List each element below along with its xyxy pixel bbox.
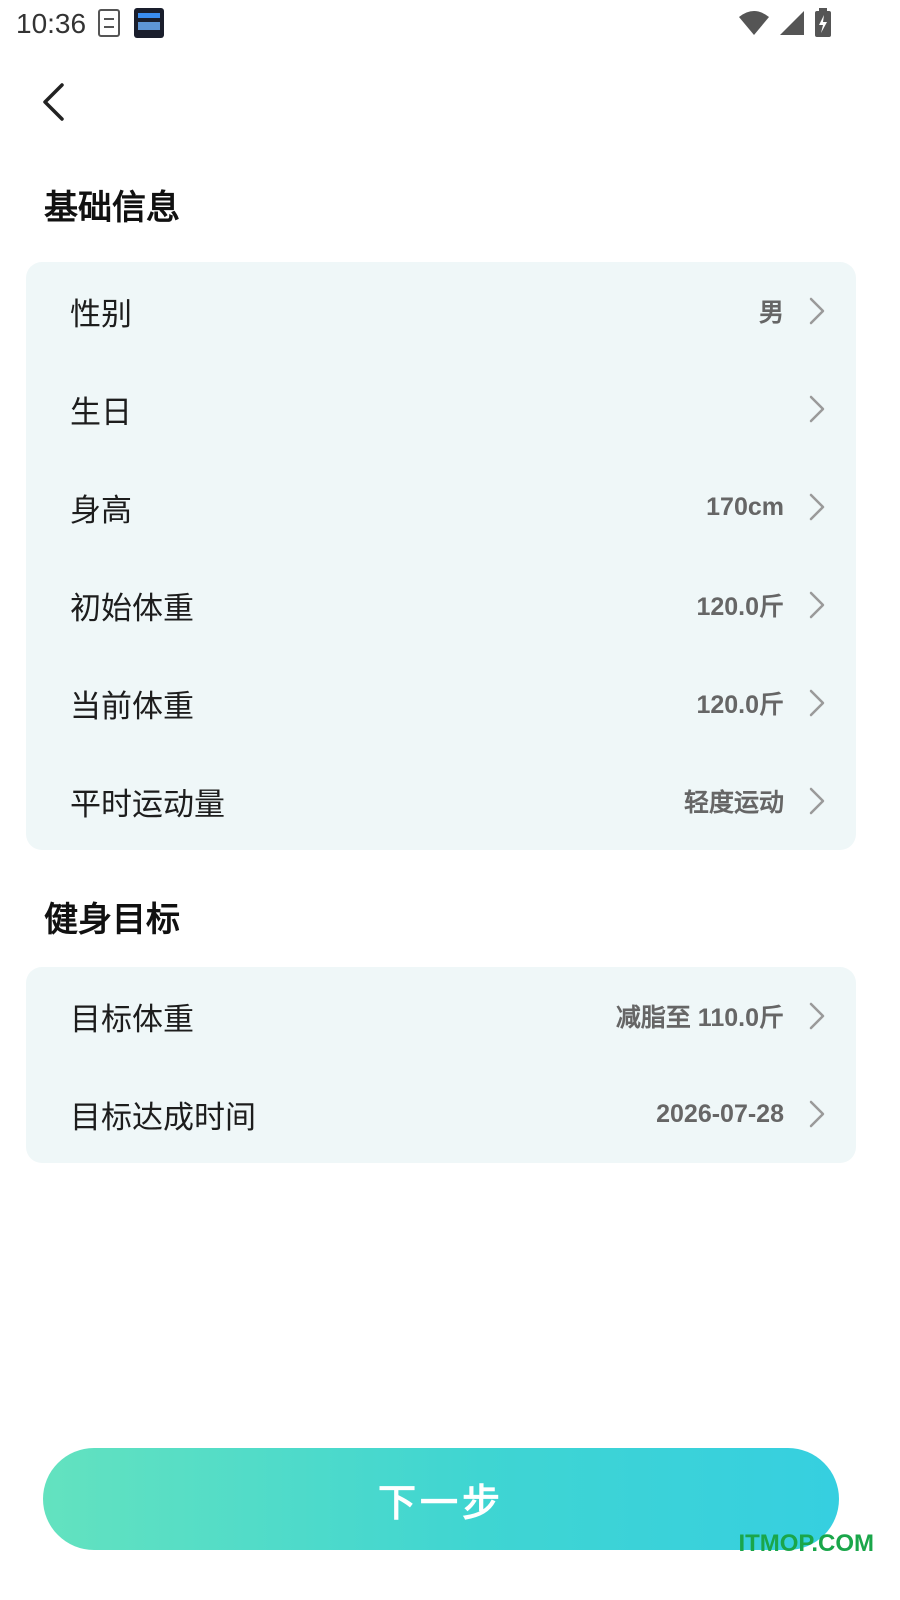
- row-value: 120.0斤: [696, 691, 784, 719]
- row-label: 初始体重: [70, 590, 194, 627]
- status-notification-icons: [98, 8, 164, 38]
- row-value: 减脂至 110.0斤: [615, 1004, 784, 1032]
- basic-info-card: 性别 男 生日 身高 170cm 初始体重 120.0斤 当前体重 120.0斤…: [26, 262, 856, 850]
- row-target-weight[interactable]: 目标体重 减脂至 110.0斤: [26, 967, 856, 1065]
- battery-charging-icon: [815, 8, 831, 37]
- row-current-weight[interactable]: 当前体重 120.0斤: [26, 654, 856, 752]
- chevron-right-icon: [809, 591, 825, 619]
- chevron-right-icon: [809, 787, 825, 815]
- signal-icon: [780, 11, 804, 35]
- row-height[interactable]: 身高 170cm: [26, 458, 856, 556]
- row-label: 目标达成时间: [70, 1099, 256, 1136]
- next-step-label: 下一步: [377, 1480, 504, 1525]
- row-value: 2026-07-28: [656, 1099, 784, 1128]
- row-gender[interactable]: 性别 男: [26, 262, 856, 360]
- row-birthday[interactable]: 生日: [26, 360, 856, 458]
- row-activity-level[interactable]: 平时运动量 轻度运动: [26, 752, 856, 850]
- chevron-right-icon: [809, 1002, 825, 1030]
- row-label: 当前体重: [70, 688, 194, 725]
- row-value: 男: [758, 298, 784, 327]
- row-value: 120.0斤: [696, 593, 784, 621]
- row-label: 身高: [70, 492, 132, 529]
- clock-widget-icon: [134, 8, 164, 38]
- row-value: 轻度运动: [683, 788, 784, 817]
- chevron-right-icon: [809, 395, 825, 423]
- row-label: 性别: [70, 296, 132, 333]
- row-value: 170cm: [706, 492, 784, 521]
- chevron-right-icon: [809, 689, 825, 717]
- row-label: 平时运动量: [70, 786, 225, 823]
- row-label: 目标体重: [70, 1001, 194, 1038]
- chevron-right-icon: [809, 493, 825, 521]
- wifi-icon: [739, 11, 769, 35]
- chevron-right-icon: [809, 297, 825, 325]
- row-initial-weight[interactable]: 初始体重 120.0斤: [26, 556, 856, 654]
- status-system-icons: [738, 8, 832, 38]
- next-step-button[interactable]: 下一步: [43, 1448, 839, 1550]
- status-time: 10:36: [16, 8, 87, 39]
- sim-card-icon: [98, 9, 120, 37]
- section-title-fitness-goal: 健身目标: [44, 900, 180, 940]
- chevron-left-icon: [43, 83, 64, 121]
- row-target-date[interactable]: 目标达成时间 2026-07-28: [26, 1065, 856, 1163]
- fitness-goal-card: 目标体重 减脂至 110.0斤 目标达成时间 2026-07-28: [26, 967, 856, 1163]
- row-label: 生日: [70, 394, 132, 431]
- back-button[interactable]: [30, 78, 78, 126]
- status-bar: 10:36: [0, 0, 900, 48]
- section-title-basic-info: 基础信息: [44, 188, 180, 228]
- watermark: ITMOP.COM: [738, 1530, 874, 1557]
- chevron-right-icon: [809, 1100, 825, 1128]
